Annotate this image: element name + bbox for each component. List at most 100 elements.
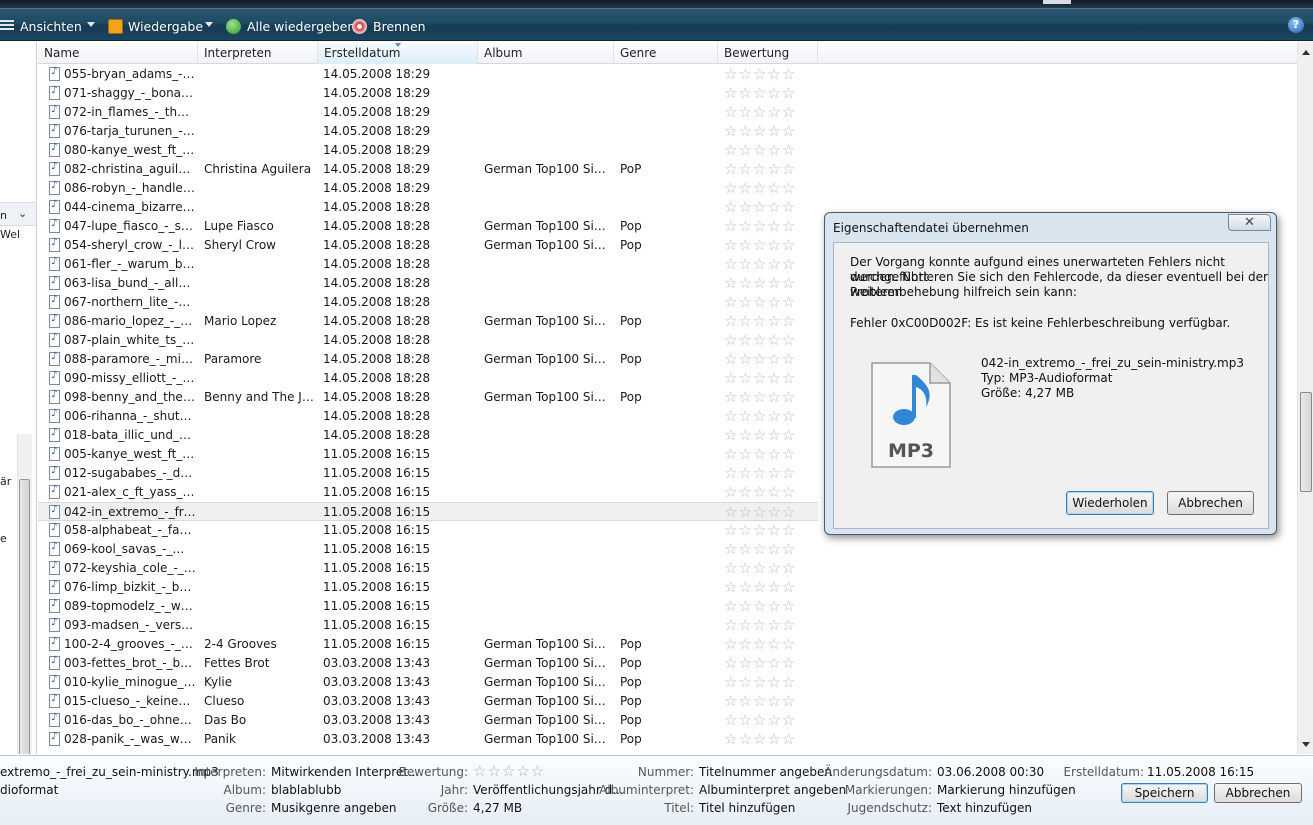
play-all-button[interactable]: Alle wiedergeben [226,17,355,35]
table-row[interactable]: 100-2-4_grooves_-_wri... 2-4 Grooves 11.05… [38,635,818,654]
table-row[interactable]: 063-lisa_bund_-_all_th... 14.05.2008 18:2… [38,274,818,293]
rating-stars[interactable]: ☆☆☆☆☆ [724,179,814,198]
column-genre[interactable]: Genre [614,42,718,64]
play-button[interactable]: Wiedergabe [108,17,203,35]
nav-item-fragment[interactable]: Wel [0,228,20,241]
table-row[interactable]: 058-alphabeat_-_fascin... 11.05.2008 16:1… [38,521,818,540]
rating-stars[interactable]: ☆☆☆☆☆ [724,692,814,711]
rating-stars[interactable]: ☆☆☆☆☆ [724,616,814,635]
rating-stars[interactable]: ☆☆☆☆☆ [724,426,814,445]
rating-stars[interactable]: ☆☆☆☆☆ [724,84,814,103]
views-dropdown-icon[interactable] [87,22,95,27]
rating-stars[interactable]: ☆☆☆☆☆ [724,559,814,578]
scroll-down-icon[interactable] [1302,742,1310,747]
table-row[interactable]: 042-in_extremo_-_frei_... 11.05.2008 16:1… [38,502,818,521]
rating-stars[interactable]: ☆☆☆☆☆ [724,65,814,84]
rating-stars[interactable]: ☆☆☆☆☆ [724,730,814,749]
rating-stars[interactable]: ☆☆☆☆☆ [724,407,814,426]
field-album[interactable]: blablablubb [271,783,341,797]
rating-stars[interactable]: ☆☆☆☆☆ [724,331,814,350]
rating-stars[interactable]: ☆☆☆☆☆ [724,445,814,464]
table-row[interactable]: 015-clueso_-_keinen_z... Clueso 03.03.2008… [38,692,818,711]
field-interpreten[interactable]: Mitwirkenden Interpret... [271,765,419,779]
field-jugendschutz[interactable]: Text hinzufügen [937,801,1032,815]
rating-stars[interactable]: ☆☆☆☆☆ [724,141,814,160]
rating-stars[interactable]: ☆☆☆☆☆ [724,122,814,141]
rating-stars[interactable]: ☆☆☆☆☆ [724,711,814,730]
column-album[interactable]: Album [478,42,614,64]
table-row[interactable]: 071-shaggy_-_bonafid... 14.05.2008 18:29 ☆… [38,84,818,103]
cancel-details-button[interactable]: Abbrechen [1214,783,1302,803]
table-row[interactable]: 021-alex_c_ft_yass_-_d... 11.05.2008 16:1… [38,483,818,502]
nav-item-fragment[interactable]: e [0,532,7,545]
chevron-down-icon[interactable]: ⌄ [18,207,27,220]
table-row[interactable]: 098-benny_and_the_jet... Benny and The Je… [38,388,818,407]
column-name[interactable]: Name [38,42,198,64]
rating-stars[interactable]: ☆☆☆☆☆ [724,597,814,616]
table-row[interactable]: 076-tarja_turunen_-_di... 14.05.2008 18:2… [38,122,818,141]
table-row[interactable]: 072-in_flames_-_the_m... 14.05.2008 18:29… [38,103,818,122]
field-nummer[interactable]: Titelnummer angeben [699,765,832,779]
play-dropdown-icon[interactable] [205,22,213,27]
rating-stars[interactable]: ☆☆☆☆☆ [724,103,814,122]
table-row[interactable]: 061-fler_-_warum_bist_... 14.05.2008 18:2… [38,255,818,274]
table-row[interactable]: 044-cinema_bizarre_-_f... 14.05.2008 18:2… [38,198,818,217]
rating-stars[interactable]: ☆☆☆☆☆ [724,255,814,274]
retry-button[interactable]: Wiederholen [1066,491,1154,515]
rating-stars[interactable]: ☆☆☆☆☆ [724,236,814,255]
table-row[interactable]: 006-rihanna_-_shut_up... 14.05.2008 18:28… [38,407,818,426]
nav-item-fragment[interactable]: är [0,475,11,488]
vertical-scrollbar[interactable] [1297,42,1313,754]
rating-stars[interactable]: ☆☆☆☆☆ [724,540,814,559]
rating-stars[interactable]: ☆☆☆☆☆ [724,388,814,407]
close-icon[interactable]: ✕ [1228,214,1271,231]
vertical-scrollbar-thumb[interactable] [1300,392,1312,492]
table-row[interactable]: 093-madsen_-_versch... 11.05.2008 16:15 ☆☆… [38,616,818,635]
cancel-button[interactable]: Abbrechen [1167,491,1254,515]
table-row[interactable]: 010-kylie_minogue_-_i... Kylie 03.03.2008 … [38,673,818,692]
column-bewertung[interactable]: Bewertung [718,42,818,64]
table-row[interactable]: 018-bata_illic_und_eike... 14.05.2008 18:… [38,426,818,445]
table-row[interactable]: 028-panik_-_was_wuer... Panik 03.03.2008 1… [38,730,818,749]
rating-stars[interactable]: ☆☆☆☆☆ [724,578,814,597]
rating-stars[interactable]: ☆☆☆☆☆ [473,762,545,781]
table-row[interactable]: 076-limp_bizkit_-_behi... 11.05.2008 16:1… [38,578,818,597]
views-button[interactable]: Ansichten [0,17,82,35]
table-row[interactable]: 069-kool_savas_-_melo... 11.05.2008 16:15… [38,540,818,559]
column-interpreten[interactable]: Interpreten [198,42,318,64]
rating-stars[interactable]: ☆☆☆☆☆ [724,673,814,692]
navigation-scrollbar-thumb[interactable] [19,479,30,754]
table-row[interactable]: 012-sugababes_-_deni... 11.05.2008 16:15 ☆… [38,464,818,483]
rating-stars[interactable]: ☆☆☆☆☆ [724,503,814,522]
table-row[interactable]: 005-kanye_west_ft_est... 11.05.2008 16:15… [38,445,818,464]
rating-stars[interactable]: ☆☆☆☆☆ [724,483,814,502]
rating-stars[interactable]: ☆☆☆☆☆ [724,635,814,654]
rating-stars[interactable]: ☆☆☆☆☆ [724,274,814,293]
table-row[interactable]: 047-lupe_fiasco_-_sup... Lupe Fiasco 14.05… [38,217,818,236]
table-row[interactable]: 054-sheryl_crow_-_lov... Sheryl Crow 14.05… [38,236,818,255]
help-icon[interactable]: ? [1288,17,1304,33]
burn-button[interactable]: Brennen [352,17,426,35]
rating-stars[interactable]: ☆☆☆☆☆ [724,350,814,369]
field-markierungen[interactable]: Markierung hinzufügen [937,783,1076,797]
nav-item-fragment[interactable]: n [0,209,7,222]
field-albuminterpret[interactable]: Albuminterpret angeben [699,783,846,797]
table-row[interactable]: 086-mario_lopez_-_yo... Mario Lopez 14.05.… [38,312,818,331]
field-titel[interactable]: Titel hinzufügen [699,801,795,815]
scroll-up-icon[interactable] [1302,50,1310,55]
rating-stars[interactable]: ☆☆☆☆☆ [724,198,814,217]
save-button[interactable]: Speichern [1121,783,1208,803]
rating-stars[interactable]: ☆☆☆☆☆ [724,217,814,236]
rating-stars[interactable]: ☆☆☆☆☆ [724,654,814,673]
table-row[interactable]: 087-plain_white_ts_-_o... 14.05.2008 18:2… [38,331,818,350]
table-row[interactable]: 090-missy_elliott_-_chi... 14.05.2008 18:… [38,369,818,388]
table-row[interactable]: 088-paramore_-_miser... Paramore 14.05.200… [38,350,818,369]
rating-stars[interactable]: ☆☆☆☆☆ [724,293,814,312]
rating-stars[interactable]: ☆☆☆☆☆ [724,312,814,331]
table-row[interactable]: 089-topmodelz_-_whe... 11.05.2008 16:15 ☆☆… [38,597,818,616]
field-genre[interactable]: Musikgenre angeben [271,801,397,815]
rating-stars[interactable]: ☆☆☆☆☆ [724,464,814,483]
rating-stars[interactable]: ☆☆☆☆☆ [724,369,814,388]
table-row[interactable]: 016-das_bo_-_ohne_bo... Das Bo 03.03.2008 … [38,711,818,730]
rating-stars[interactable]: ☆☆☆☆☆ [724,521,814,540]
